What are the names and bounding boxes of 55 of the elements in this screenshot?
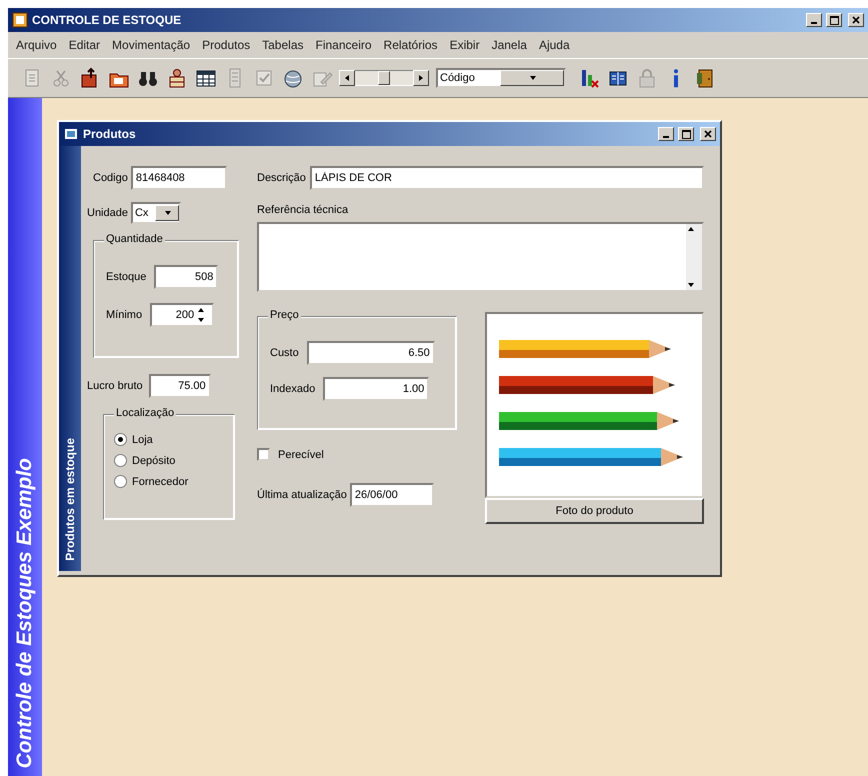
unit-combo[interactable]: Cx <box>130 202 181 224</box>
close-button[interactable] <box>700 127 716 141</box>
field-label: Estoque <box>106 271 146 283</box>
close-button[interactable] <box>848 13 864 27</box>
radio-option[interactable]: Fornecedor <box>114 475 234 488</box>
field-label: Codigo <box>93 172 128 184</box>
field-label: Lucro bruto <box>87 380 143 392</box>
profit-field[interactable]: 75.00 <box>148 374 211 398</box>
field-label: Custo <box>270 347 299 359</box>
menu-item[interactable]: Editar <box>62 36 106 54</box>
window-title: CONTROLE DE ESTOQUE <box>32 13 182 27</box>
maximize-icon <box>682 130 690 138</box>
photo-button[interactable]: Foto do produto <box>485 498 704 524</box>
group-title: Localização <box>114 407 176 419</box>
minimize-button[interactable] <box>658 127 674 141</box>
checkbox[interactable]: Perecível <box>257 448 457 461</box>
field-label: Indexado <box>270 383 316 395</box>
window-icon <box>63 126 79 142</box>
cost-field[interactable]: 6.50 <box>306 341 435 365</box>
field-combo[interactable]: Código <box>436 68 566 88</box>
radio-option[interactable]: Loja <box>114 433 234 446</box>
stock-field[interactable]: 508 <box>154 265 218 289</box>
menu-item[interactable]: Arquivo <box>10 36 63 54</box>
date-field[interactable]: 26/06/00 <box>350 483 434 507</box>
group-title: Quantidade <box>104 233 165 245</box>
menu-item[interactable]: Produtos <box>196 36 256 54</box>
radio-option[interactable]: Depósito <box>114 454 234 467</box>
window-title: Produtos <box>83 127 136 141</box>
menu-item[interactable]: Movimentação <box>106 36 196 54</box>
banner-text: Controle de Estoques Exemplo <box>13 458 37 768</box>
menu-item[interactable]: Janela <box>486 36 533 54</box>
maximize-button[interactable] <box>678 127 694 141</box>
maximize-icon <box>830 16 838 24</box>
app-icon <box>12 12 28 28</box>
menu-item[interactable]: Relatórios <box>378 36 444 54</box>
menu-item[interactable]: Exibir <box>444 36 486 54</box>
minimize-button[interactable] <box>806 13 822 27</box>
info-icon <box>673 68 679 88</box>
field-label: Descrição <box>257 172 306 184</box>
menu-item[interactable]: Tabelas <box>256 36 310 54</box>
maximize-button[interactable] <box>826 13 842 27</box>
menu-item[interactable]: Ajuda <box>532 36 576 54</box>
text-area[interactable] <box>257 222 704 292</box>
menu-item[interactable]: Financeiro <box>310 36 378 54</box>
close-icon <box>704 130 712 138</box>
field-label: Referência técnica <box>257 204 350 216</box>
close-icon <box>852 16 860 24</box>
field-label: Mínimo <box>106 309 142 321</box>
group-title: Preço <box>268 309 301 321</box>
indexed-field[interactable]: 1.00 <box>323 377 430 401</box>
code-field[interactable]: 81468408 <box>130 166 227 190</box>
minimum-spinner[interactable]: 200 <box>150 303 214 327</box>
strip-text: Produtos em estoque <box>63 438 77 561</box>
field-label: Unidade <box>87 207 128 219</box>
field-label: Última atualização <box>257 489 347 501</box>
